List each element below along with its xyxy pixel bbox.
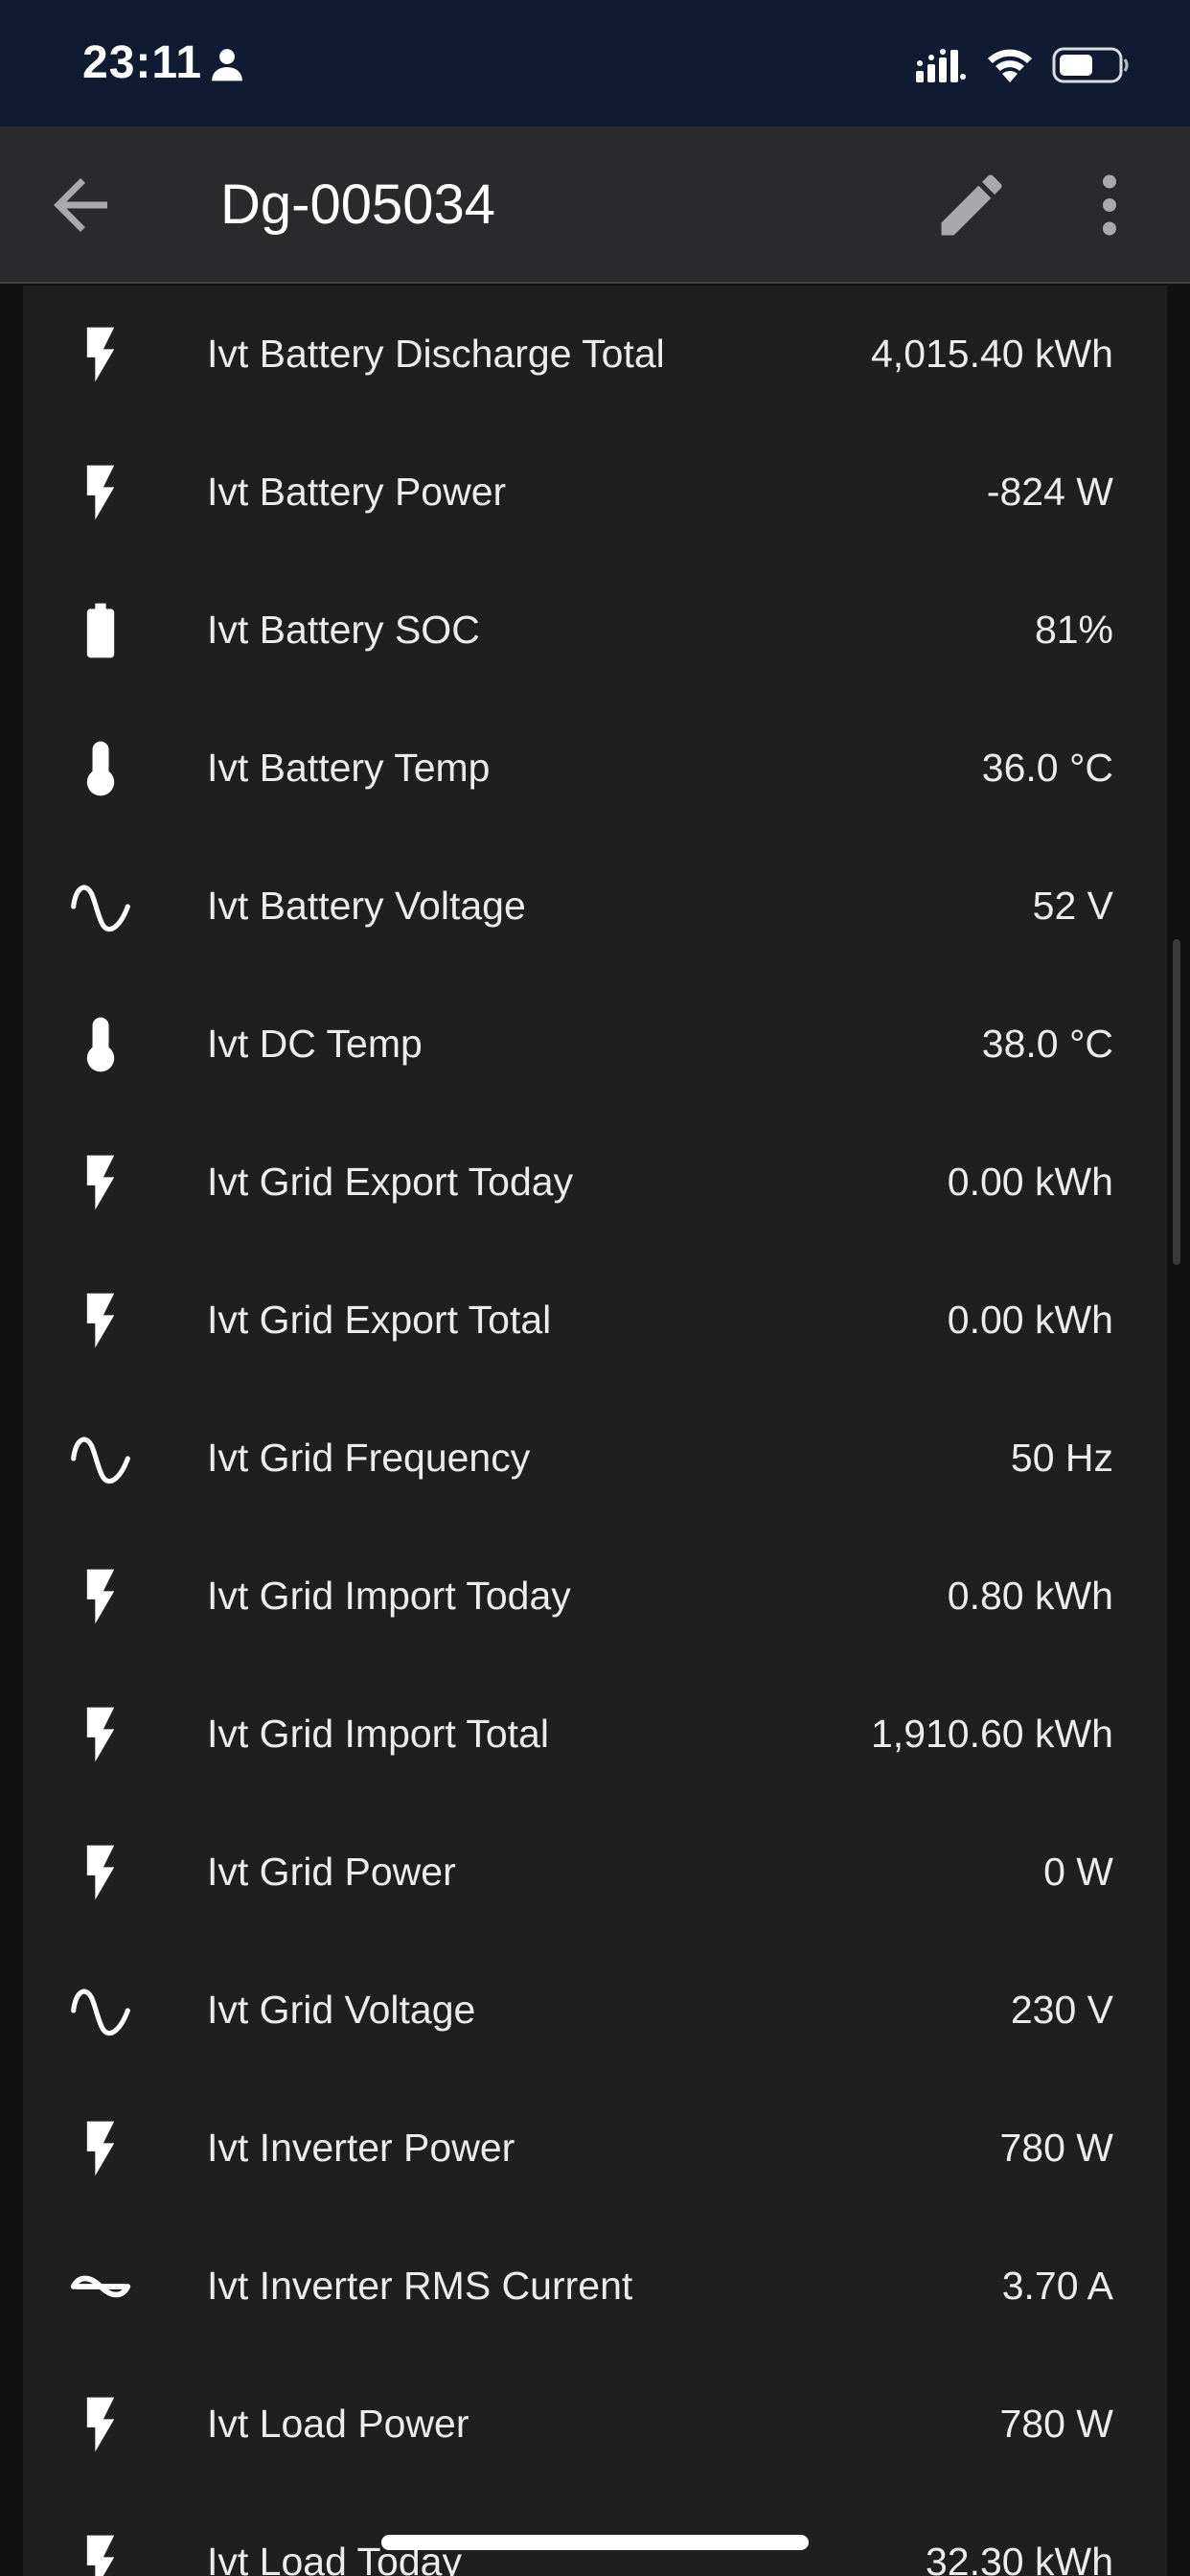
entity-name: Ivt Grid Import Total: [207, 1712, 549, 1756]
home-indicator[interactable]: [381, 2535, 809, 2550]
entity-name: Ivt Battery SOC: [207, 608, 480, 652]
entity-value: 230 V: [1010, 1988, 1113, 2032]
entity-value: 0.00 kWh: [947, 1298, 1113, 1342]
entity-value: 50 Hz: [1010, 1436, 1113, 1480]
signal-icon: [916, 49, 966, 82]
entity-list: Ivt Battery Discharge Total 4,015.40 kWh I…: [23, 286, 1167, 2576]
entity-name: Ivt Grid Import Today: [207, 1574, 571, 1618]
flash-icon: [68, 2392, 133, 2457]
flash-icon: [68, 1840, 133, 1905]
more-vertical-icon[interactable]: [1069, 165, 1150, 245]
flash-icon: [68, 2530, 133, 2576]
status-bar: 23:11: [0, 0, 1190, 126]
entity-name: Ivt Battery Temp: [207, 746, 491, 790]
scrollbar[interactable]: [1173, 939, 1180, 1265]
entity-value: 0.00 kWh: [947, 1160, 1113, 1204]
page-title: Dg-005034: [220, 173, 495, 236]
entity-value: 780 W: [999, 2402, 1114, 2446]
entity-row[interactable]: Ivt DC Temp 38.0 °C: [23, 976, 1167, 1114]
entity-row[interactable]: Ivt Grid Power 0 W: [23, 1804, 1167, 1942]
person-icon: [212, 49, 242, 81]
entity-row[interactable]: Ivt Battery Power -824 W: [23, 424, 1167, 562]
thermometer-icon: [68, 736, 133, 801]
app-bar: Dg-005034: [0, 126, 1190, 284]
entity-name: Ivt Grid Frequency: [207, 1436, 531, 1480]
flash-icon: [68, 1702, 133, 1767]
entity-row[interactable]: Ivt Grid Export Total 0.00 kWh: [23, 1252, 1167, 1390]
entity-row[interactable]: Ivt Battery Temp 36.0 °C: [23, 700, 1167, 838]
entity-row[interactable]: Ivt Grid Frequency 50 Hz: [23, 1390, 1167, 1528]
flash-icon: [68, 1288, 133, 1353]
entity-row[interactable]: Ivt Load Power 780 W: [23, 2356, 1167, 2494]
entity-row[interactable]: Ivt Grid Voltage 230 V: [23, 1942, 1167, 2080]
entity-value: 38.0 °C: [981, 1022, 1113, 1066]
status-time: 23:11: [82, 37, 203, 88]
entity-value: 4,015.40 kWh: [871, 332, 1113, 376]
entity-value: 0.80 kWh: [947, 1574, 1113, 1618]
entity-name: Ivt Battery Discharge Total: [207, 332, 665, 376]
battery-status-icon: [1052, 47, 1129, 83]
entity-row[interactable]: Ivt Battery Voltage 52 V: [23, 838, 1167, 976]
entity-name: Ivt Load Power: [207, 2402, 469, 2446]
entity-value: 32.30 kWh: [926, 2540, 1113, 2576]
current-ac-icon: [68, 2254, 133, 2319]
entity-name: Ivt Grid Power: [207, 1850, 456, 1894]
entity-value: 81%: [1034, 608, 1113, 652]
entity-row[interactable]: Ivt Battery SOC 81%: [23, 562, 1167, 700]
entity-value: 0 W: [1043, 1850, 1113, 1894]
entities-card: Ivt Battery Discharge Total 4,015.40 kWh I…: [23, 286, 1167, 2576]
entity-row[interactable]: Ivt Grid Import Total 1,910.60 kWh: [23, 1666, 1167, 1804]
entity-value: 52 V: [1032, 884, 1113, 928]
sine-wave-icon: [68, 874, 133, 939]
entity-name: Ivt Battery Power: [207, 470, 507, 514]
sine-wave-icon: [68, 1978, 133, 2043]
entity-name: Ivt Inverter RMS Current: [207, 2264, 633, 2308]
entity-value: 36.0 °C: [981, 746, 1113, 790]
entity-name: Ivt Grid Export Total: [207, 1298, 552, 1342]
back-button[interactable]: [40, 165, 121, 245]
entity-value: 1,910.60 kWh: [871, 1712, 1113, 1756]
entity-name: Ivt Grid Voltage: [207, 1988, 476, 2032]
flash-icon: [68, 1150, 133, 1215]
entity-row[interactable]: Ivt Grid Export Today 0.00 kWh: [23, 1114, 1167, 1252]
entity-row[interactable]: Ivt Inverter Power 780 W: [23, 2080, 1167, 2218]
entity-row[interactable]: Ivt Battery Discharge Total 4,015.40 kWh: [23, 286, 1167, 424]
flash-icon: [68, 460, 133, 525]
entity-value: 780 W: [999, 2126, 1114, 2170]
entity-name: Ivt DC Temp: [207, 1022, 423, 1066]
entity-value: 3.70 A: [1001, 2264, 1113, 2308]
wifi-icon: [988, 49, 1032, 82]
entity-name: Ivt Battery Voltage: [207, 884, 526, 928]
flash-icon: [68, 322, 133, 387]
flash-icon: [68, 1564, 133, 1629]
battery-icon: [68, 598, 133, 663]
entity-value: -824 W: [986, 470, 1113, 514]
thermometer-icon: [68, 1012, 133, 1077]
entity-row[interactable]: Ivt Inverter RMS Current 3.70 A: [23, 2218, 1167, 2356]
entity-name: Ivt Grid Export Today: [207, 1160, 574, 1204]
flash-icon: [68, 2116, 133, 2181]
edit-button[interactable]: [931, 165, 1012, 245]
sine-wave-icon: [68, 1426, 133, 1491]
entity-row[interactable]: Ivt Grid Import Today 0.80 kWh: [23, 1528, 1167, 1666]
entity-name: Ivt Inverter Power: [207, 2126, 515, 2170]
